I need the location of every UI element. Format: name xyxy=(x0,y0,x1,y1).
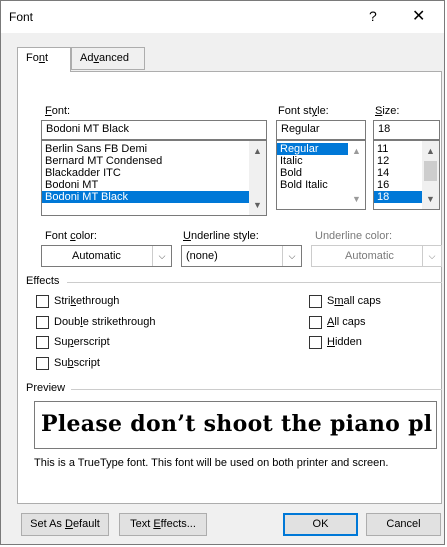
double-strikethrough-label[interactable]: Double strikethrough xyxy=(54,316,156,328)
size-input[interactable]: 18 xyxy=(373,120,440,140)
double-strikethrough-checkbox[interactable] xyxy=(36,316,49,329)
tab-advanced-label: Ad xyxy=(80,52,94,64)
preview-note: This is a TrueType font. This font will … xyxy=(34,457,389,469)
scroll-down-icon[interactable]: ▼ xyxy=(422,191,439,207)
help-button[interactable]: ? xyxy=(369,8,377,24)
font-style-list[interactable]: Regular Italic Bold Bold Italic ▲ ▼ xyxy=(276,140,366,210)
subscript-label[interactable]: Subscript xyxy=(54,357,100,369)
scroll-up-icon[interactable]: ▲ xyxy=(348,143,365,159)
scroll-down-icon[interactable]: ▼ xyxy=(249,197,266,213)
underline-color-value: Automatic xyxy=(345,250,394,262)
title-bar: Font ? ✕ xyxy=(1,1,444,33)
size-label: Size: xyxy=(375,105,400,117)
scroll-up-icon[interactable]: ▲ xyxy=(422,143,439,159)
chevron-down-icon[interactable]: ⌵ xyxy=(282,246,301,266)
hidden-label[interactable]: Hidden xyxy=(327,336,362,348)
list-item[interactable]: Bernard MT Condensed xyxy=(42,155,266,167)
cancel-button[interactable]: Cancel xyxy=(366,513,441,536)
set-as-default-button[interactable]: Set As Default xyxy=(21,513,109,536)
font-style-label: Font style: xyxy=(278,105,329,117)
font-name-input[interactable]: Bodoni MT Black xyxy=(41,120,267,140)
scroll-up-icon[interactable]: ▲ xyxy=(249,143,266,159)
font-list-scrollbar[interactable]: ▲ ▼ xyxy=(249,141,266,215)
effects-divider xyxy=(67,282,442,283)
list-item[interactable]: Blackadder ITC xyxy=(42,167,266,179)
close-button[interactable]: ✕ xyxy=(412,6,425,26)
underline-style-select[interactable]: (none) ⌵ xyxy=(181,245,302,267)
hidden-checkbox[interactable] xyxy=(309,336,322,349)
chevron-down-icon[interactable]: ⌵ xyxy=(422,246,441,266)
all-caps-label[interactable]: All caps xyxy=(327,316,366,328)
scroll-thumb[interactable] xyxy=(424,161,437,181)
text-effects-button[interactable]: Text Effects... xyxy=(119,513,207,536)
ok-button[interactable]: OK xyxy=(283,513,358,536)
underline-style-value: (none) xyxy=(186,250,218,262)
superscript-checkbox[interactable] xyxy=(36,336,49,349)
list-item-selected[interactable]: Regular xyxy=(277,143,348,155)
small-caps-checkbox[interactable] xyxy=(309,295,322,308)
font-dialog: Font ? ✕ Font Advanced Font: Bodoni MT B… xyxy=(0,0,445,545)
font-style-input[interactable]: Regular xyxy=(276,120,366,140)
underline-style-label: Underline style: xyxy=(183,230,259,242)
preview-box: Please don’t shoot the piano pl xyxy=(34,401,437,449)
subscript-checkbox[interactable] xyxy=(36,357,49,370)
list-item-selected[interactable]: Bodoni MT Black xyxy=(42,191,266,203)
tab-advanced[interactable]: Advanced xyxy=(71,47,145,70)
size-list[interactable]: 11 12 14 16 18 ▲ ▼ xyxy=(373,140,440,210)
preview-heading: Preview xyxy=(26,382,66,394)
font-label: Font: xyxy=(45,105,71,117)
small-caps-label[interactable]: Small caps xyxy=(327,295,381,307)
font-color-select[interactable]: Automatic ⌵ xyxy=(41,245,172,267)
list-item[interactable]: Berlin Sans FB Demi xyxy=(42,143,266,155)
tab-font-label-end: t xyxy=(44,52,49,64)
scroll-down-icon[interactable]: ▼ xyxy=(348,191,365,207)
font-list[interactable]: Berlin Sans FB Demi Bernard MT Condensed… xyxy=(41,140,267,216)
font-color-label: Font color: xyxy=(45,230,97,242)
superscript-label[interactable]: Superscript xyxy=(54,336,110,348)
preview-divider xyxy=(71,389,442,390)
dialog-title: Font xyxy=(9,10,34,24)
font-style-scrollbar[interactable]: ▲ ▼ xyxy=(348,141,365,209)
underline-color-select[interactable]: Automatic ⌵ xyxy=(311,245,442,267)
list-item[interactable]: Bodoni MT xyxy=(42,179,266,191)
all-caps-checkbox[interactable] xyxy=(309,316,322,329)
list-item-selected[interactable]: 18 xyxy=(374,191,422,203)
tab-advanced-label-end: anced xyxy=(98,52,129,64)
strikethrough-checkbox[interactable] xyxy=(36,295,49,308)
underline-color-label: Underline color: xyxy=(315,230,393,242)
tab-font[interactable]: Font xyxy=(17,47,71,72)
size-list-scrollbar[interactable]: ▲ ▼ xyxy=(422,141,439,209)
preview-sample-text: Please don’t shoot the piano pl xyxy=(41,411,433,437)
effects-heading: Effects xyxy=(26,275,60,287)
tab-font-label: Fo xyxy=(26,52,39,64)
strikethrough-label[interactable]: Strikethrough xyxy=(54,295,119,307)
chevron-down-icon[interactable]: ⌵ xyxy=(152,246,171,266)
font-color-value: Automatic xyxy=(72,250,121,262)
